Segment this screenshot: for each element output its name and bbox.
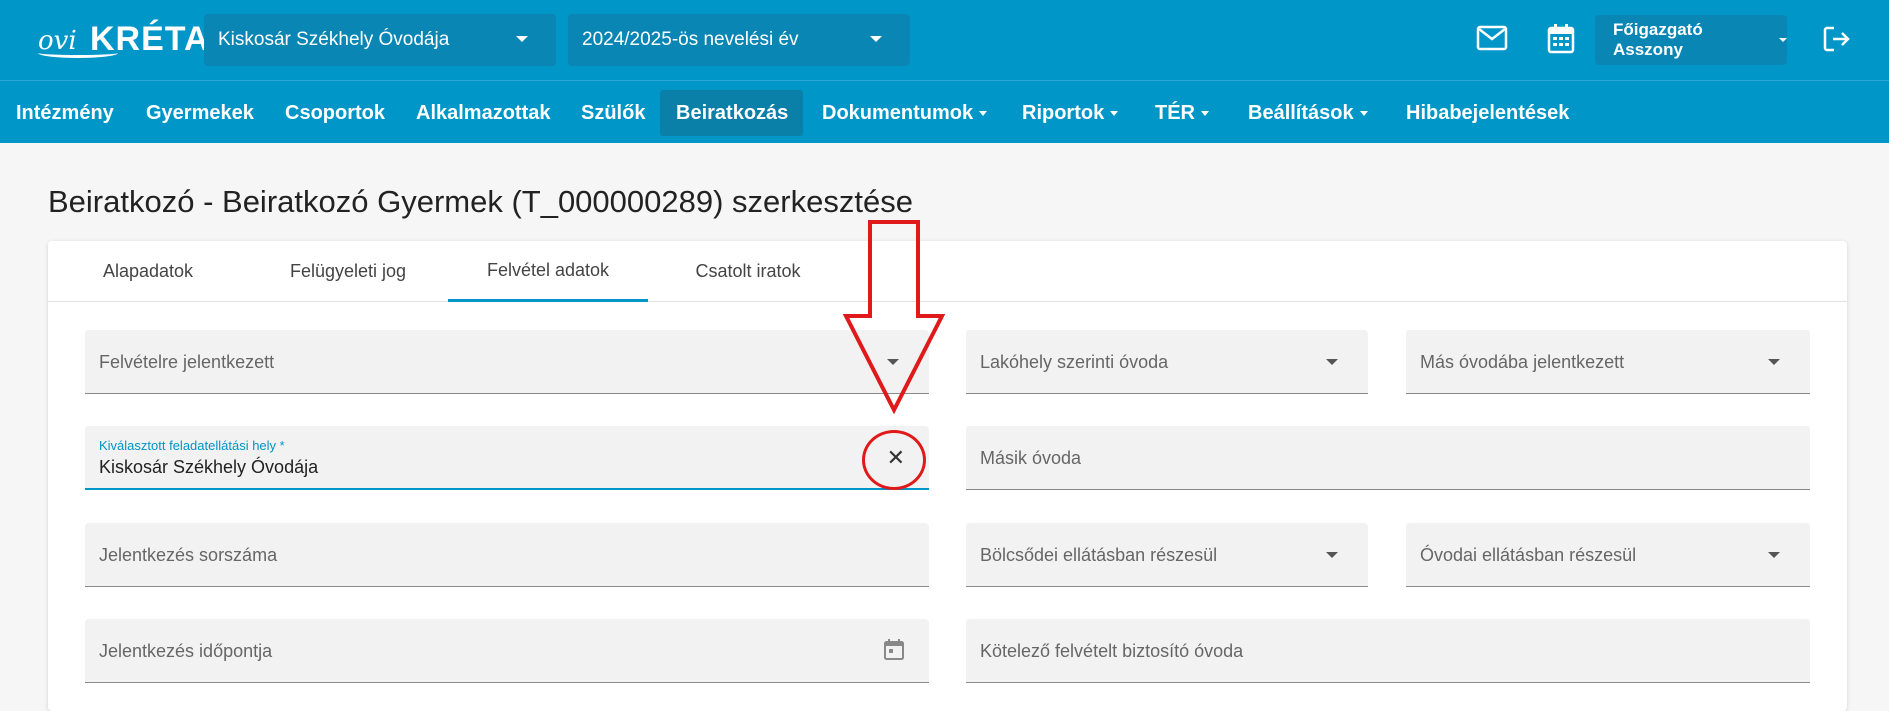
- lakohely-szerinti-ovoda-select[interactable]: Lakóhely szerinti óvoda: [966, 330, 1368, 394]
- mail-icon[interactable]: [1476, 24, 1508, 57]
- nav-item-label: Intézmény: [16, 101, 114, 124]
- field-label: Kötelező felvételt biztosító óvoda: [980, 641, 1244, 661]
- jelentkezes-idopontja-field[interactable]: Jelentkezés időpontja: [85, 619, 929, 683]
- school-year-select[interactable]: 2024/2025-ös nevelési év: [568, 14, 910, 66]
- user-menu[interactable]: Főigazgató Asszony: [1595, 15, 1787, 65]
- feladatellatasi-hely-select[interactable]: Kiválasztott feladatellátási hely * Kisk…: [85, 426, 929, 490]
- school-year-select-value: 2024/2025-ös nevelési év: [582, 29, 799, 50]
- tab-label: Alapadatok: [102, 261, 194, 281]
- nav-item-label: Csoportok: [285, 101, 385, 124]
- nav-item-gyermekek[interactable]: Gyermekek: [130, 90, 270, 136]
- top-header: ovi KRÉTA Kiskosár Székhely Óvodája 2024…: [0, 0, 1889, 80]
- felvetelre-jelentkezett-select[interactable]: Felvételre jelentkezett: [85, 330, 929, 394]
- nav-item-dokumentumok[interactable]: Dokumentumok: [806, 90, 1003, 136]
- jelentkezes-sorszama-field[interactable]: Jelentkezés sorszáma: [85, 523, 929, 587]
- chevron-down-icon: [1768, 552, 1780, 558]
- chevron-down-icon: [1768, 359, 1780, 365]
- field-label: Bölcsődei ellátásban részesül: [980, 545, 1218, 565]
- field-label: Óvodai ellátásban részesül: [1420, 545, 1637, 565]
- kreta-logo[interactable]: ovi KRÉTA: [38, 12, 209, 68]
- nav-item-ter[interactable]: TÉR: [1139, 90, 1225, 136]
- calendar-icon[interactable]: [883, 639, 905, 666]
- page-title: Beiratkozó - Beiratkozó Gyermek (T_00000…: [48, 184, 913, 219]
- logout-icon[interactable]: [1822, 24, 1852, 59]
- tab-label: Felügyeleti jog: [289, 261, 407, 281]
- chevron-down-icon: [1326, 552, 1338, 558]
- user-name: Főigazgató Asszony: [1613, 20, 1703, 59]
- nav-item-beiratkozas[interactable]: Beiratkozás: [660, 90, 803, 136]
- chevron-down-icon: [870, 36, 882, 42]
- annotation-arrow: [842, 220, 946, 415]
- chevron-down-icon: [1326, 359, 1338, 365]
- nav-item-label: Beállítások: [1248, 101, 1354, 124]
- field-label: Jelentkezés sorszáma: [99, 545, 278, 565]
- field-label: Felvételre jelentkezett: [99, 352, 275, 372]
- nav-item-label: TÉR: [1155, 101, 1195, 124]
- field-label: Lakóhely szerinti óvoda: [980, 352, 1169, 372]
- chevron-down-icon: [1779, 38, 1787, 42]
- field-floating-label: Kiválasztott feladatellátási hely *: [99, 438, 285, 453]
- tab-label: Csatolt iratok: [695, 261, 801, 281]
- nav-item-label: Hibabejelentések: [1406, 101, 1570, 124]
- nav-item-beallitasok[interactable]: Beállítások: [1232, 90, 1384, 136]
- nav-item-szulok[interactable]: Szülők: [565, 90, 661, 136]
- institution-select-value: Kiskosár Székhely Óvodája: [218, 29, 450, 50]
- tab-felugyeleti-jog[interactable]: Felügyeleti jog: [248, 241, 448, 302]
- nav-item-hibabejelentesek[interactable]: Hibabejelentések: [1390, 90, 1585, 136]
- main-navigation: Intézmény Gyermekek Csoportok Alkalmazot…: [0, 80, 1889, 143]
- tab-felvetel-adatok[interactable]: Felvétel adatok: [448, 241, 648, 302]
- mas-ovodaba-jelentkezett-select[interactable]: Más óvodába jelentkezett: [1406, 330, 1810, 394]
- tab-alapadatok[interactable]: Alapadatok: [68, 241, 228, 302]
- nav-item-label: Gyermekek: [146, 101, 254, 124]
- ovodai-ellatas-select[interactable]: Óvodai ellátásban részesül: [1406, 523, 1810, 587]
- nav-item-label: Dokumentumok: [822, 101, 974, 124]
- field-label: Jelentkezés időpontja: [99, 641, 273, 661]
- logo-swoosh: [38, 48, 118, 58]
- chevron-down-icon: [979, 110, 988, 116]
- nav-item-label: Beiratkozás: [676, 101, 789, 124]
- kotelezo-felvetelt-biztosito-ovoda-field[interactable]: Kötelező felvételt biztosító óvoda: [966, 619, 1810, 683]
- nav-item-label: Szülők: [581, 101, 646, 124]
- tab-label: Felvétel adatok: [486, 259, 610, 280]
- field-label: Más óvodába jelentkezett: [1420, 352, 1625, 372]
- field-label: Másik óvoda: [980, 448, 1082, 468]
- field-value: Kiskosár Székhely Óvodája: [99, 457, 319, 477]
- chevron-down-icon: [1201, 110, 1209, 116]
- chevron-down-icon: [1359, 110, 1368, 116]
- nav-item-intezmeny[interactable]: Intézmény: [0, 90, 130, 136]
- nav-item-alkalmazottak[interactable]: Alkalmazottak: [400, 90, 567, 136]
- nav-item-label: Riportok: [1022, 101, 1105, 124]
- chevron-down-icon: [516, 36, 528, 42]
- masik-ovoda-field[interactable]: Másik óvoda: [966, 426, 1810, 490]
- nav-item-csoportok[interactable]: Csoportok: [269, 90, 401, 136]
- bolcsodei-ellatas-select[interactable]: Bölcsődei ellátásban részesül: [966, 523, 1368, 587]
- annotation-circle: [862, 430, 926, 490]
- chevron-down-icon: [1110, 110, 1119, 116]
- nav-item-label: Alkalmazottak: [416, 101, 551, 124]
- calendar-icon[interactable]: [1547, 24, 1575, 59]
- tab-csatolt-iratok[interactable]: Csatolt iratok: [648, 241, 848, 302]
- nav-item-riportok[interactable]: Riportok: [1006, 90, 1134, 136]
- institution-select[interactable]: Kiskosár Székhely Óvodája: [204, 14, 556, 66]
